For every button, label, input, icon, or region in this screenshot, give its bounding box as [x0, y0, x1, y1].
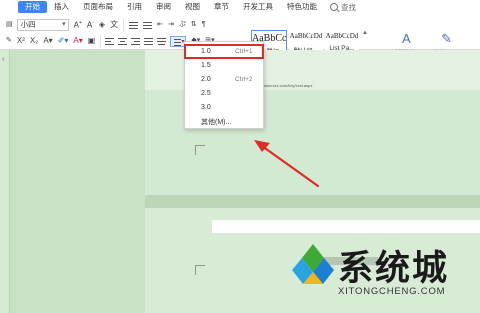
align-center-icon[interactable] — [118, 37, 128, 45]
navigation-pane: ‹ — [0, 50, 10, 313]
phonetic-icon[interactable]: 文 — [110, 19, 118, 31]
search-label: 查找 — [341, 2, 356, 12]
option-value: 3.0 — [201, 104, 211, 111]
option-value: 其他(M)... — [201, 118, 232, 126]
format-painter-icon[interactable]: ✎ — [6, 35, 12, 47]
distribute-icon[interactable] — [157, 37, 167, 45]
search-icon — [330, 3, 338, 11]
new-style-icon: A — [402, 31, 411, 46]
font-size-select[interactable]: 小四 — [16, 19, 69, 31]
option-value: 1.0 — [201, 48, 211, 55]
tab-insert[interactable]: 插入 — [47, 1, 76, 13]
clear-format-icon[interactable]: ◈ — [99, 19, 105, 31]
watermark-logo — [292, 244, 334, 284]
line-spacing-option-other[interactable]: 其他(M)... — [185, 115, 263, 128]
line-spacing-option-1-5[interactable]: 1.5 — [185, 59, 263, 72]
separator — [100, 35, 102, 47]
margin-corner-mark — [195, 265, 205, 275]
style-sample: AaBbCcDd — [325, 32, 359, 40]
watermark-url: XITONGCHENG.COM — [338, 286, 446, 297]
option-value: 2.5 — [201, 90, 211, 97]
watermark-title: 系统城 — [338, 249, 450, 289]
highlight-icon[interactable]: ✐▾ — [58, 35, 69, 47]
separator — [123, 19, 125, 31]
chevron-left-icon[interactable]: ‹ — [2, 56, 4, 63]
decrease-indent-icon[interactable]: ⇤ — [157, 19, 163, 31]
line-spacing-option-2-5[interactable]: 2.5 — [185, 87, 263, 100]
tab-special-features[interactable]: 特色功能 — [280, 1, 324, 13]
tab-sections[interactable]: 章节 — [207, 1, 236, 13]
option-value: 2.0 — [201, 76, 211, 83]
chinese-layout-icon[interactable]: ぷ — [179, 19, 186, 31]
sort-icon[interactable]: ⇅ — [191, 19, 197, 31]
align-left-icon[interactable] — [105, 37, 115, 45]
clipboard-icon[interactable]: ▤ — [6, 19, 13, 31]
show-marks-icon[interactable]: ¶ — [202, 19, 206, 31]
page-gap — [145, 195, 480, 208]
superscript-icon[interactable]: X² — [17, 35, 25, 47]
font-color-icon[interactable]: A▾ — [73, 35, 82, 47]
style-sample: AaBbCcDd — [289, 32, 323, 40]
tab-references[interactable]: 引用 — [120, 1, 149, 13]
option-shortcut: Ctrl+2 — [235, 76, 253, 83]
line-spacing-option-2-0[interactable]: 2.0 Ctrl+2 — [185, 73, 263, 86]
increase-indent-icon[interactable]: ⇥ — [168, 19, 174, 31]
line-spacing-option-1-0[interactable]: 1.0 Ctrl+1 — [184, 44, 264, 59]
margin-corner-mark — [195, 145, 205, 155]
option-shortcut: Ctrl+1 — [235, 48, 253, 55]
ribbon-tab-bar: 开始 插入 页面布局 引用 审阅 视图 章节 开发工具 特色功能 查找 — [0, 0, 480, 14]
tab-home[interactable]: 开始 — [18, 1, 47, 13]
chevron-up-icon[interactable]: ▲ — [362, 30, 368, 36]
bullet-list-icon[interactable] — [129, 21, 139, 29]
shrink-font-icon[interactable]: A- — [87, 20, 94, 30]
document-text: www.xxx.com/key/xxxt.aspx — [263, 83, 313, 88]
text-effect-icon[interactable]: A▾ — [43, 35, 52, 47]
char-border-icon[interactable]: ▣ — [88, 35, 96, 47]
numbered-list-icon[interactable] — [143, 21, 153, 29]
highlighted-line — [212, 220, 480, 233]
tab-view[interactable]: 视图 — [178, 1, 207, 13]
line-spacing-option-3-0[interactable]: 3.0 — [185, 101, 263, 114]
line-spacing-menu: 1.0 Ctrl+1 1.5 2.0 Ctrl+2 2.5 3.0 其他(M).… — [184, 41, 264, 129]
subscript-icon[interactable]: X₂ — [30, 35, 38, 47]
tab-developer[interactable]: 开发工具 — [236, 1, 280, 13]
wrench-icon: ✎ — [441, 31, 453, 46]
watermark: 系统城 XITONGCHENG.COM — [290, 238, 480, 313]
search-box[interactable]: 查找 — [330, 2, 356, 13]
grow-font-icon[interactable]: A+ — [74, 20, 82, 30]
align-right-icon[interactable] — [131, 37, 141, 45]
tab-review[interactable]: 审阅 — [149, 1, 178, 13]
tab-page-layout[interactable]: 页面布局 — [76, 1, 120, 13]
option-value: 1.5 — [201, 62, 211, 69]
justify-icon[interactable] — [144, 37, 154, 45]
